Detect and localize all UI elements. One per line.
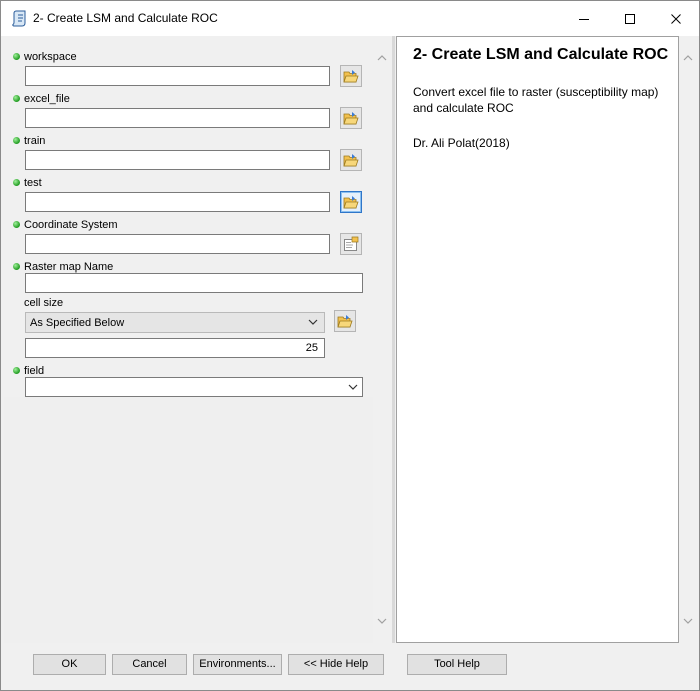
tool-dialog-window: 2- Create LSM and Calculate ROC workspac… xyxy=(0,0,700,691)
scroll-down-icon[interactable] xyxy=(377,617,387,625)
scroll-down-icon[interactable] xyxy=(683,617,693,625)
open-folder-icon xyxy=(343,154,359,167)
train-label: train xyxy=(24,135,46,147)
excel-file-browse-button[interactable] xyxy=(340,107,362,129)
cell-size-label: cell size xyxy=(24,297,64,309)
cell-size-selected: As Specified Below xyxy=(30,317,125,329)
train-browse-button[interactable] xyxy=(340,149,362,171)
help-scrollbar[interactable] xyxy=(679,36,698,643)
excel-file-input[interactable] xyxy=(25,108,330,128)
cell-size-value: 25 xyxy=(305,342,318,354)
environments-button[interactable]: Environments... xyxy=(193,654,282,675)
hide-help-button[interactable]: << Hide Help xyxy=(288,654,384,675)
parameters-empty-area xyxy=(4,397,373,643)
parameters-scrollbar[interactable] xyxy=(373,36,391,643)
workspace-label: workspace xyxy=(24,51,77,63)
chevron-down-icon xyxy=(308,319,318,325)
coordinate-system-properties-button[interactable] xyxy=(340,233,362,255)
required-indicator-icon xyxy=(13,263,20,270)
tool-help-button[interactable]: Tool Help xyxy=(407,654,507,675)
close-button[interactable] xyxy=(653,1,699,36)
scroll-up-icon[interactable] xyxy=(377,54,387,62)
properties-icon xyxy=(344,236,359,251)
required-indicator-icon xyxy=(13,367,20,374)
test-browse-button[interactable] xyxy=(340,191,362,213)
required-indicator-icon xyxy=(13,137,20,144)
minimize-icon xyxy=(579,19,589,20)
open-folder-icon xyxy=(343,70,359,83)
window-title: 2- Create LSM and Calculate ROC xyxy=(33,11,218,25)
cell-size-browse-button[interactable] xyxy=(334,310,356,332)
script-tool-icon xyxy=(12,10,28,28)
minimize-button[interactable] xyxy=(561,1,607,36)
help-description: Convert excel file to raster (susceptibi… xyxy=(413,85,659,115)
coordinate-system-label: Coordinate System xyxy=(24,219,118,231)
required-indicator-icon xyxy=(13,179,20,186)
help-author: Dr. Ali Polat(2018) xyxy=(413,136,510,150)
excel-file-label: excel_file xyxy=(24,93,70,105)
open-folder-icon xyxy=(343,196,359,209)
cell-size-select[interactable]: As Specified Below xyxy=(25,312,325,333)
chevron-down-icon xyxy=(348,384,358,390)
raster-map-name-input[interactable] xyxy=(25,273,363,293)
title-bar[interactable]: 2- Create LSM and Calculate ROC xyxy=(1,1,699,36)
help-title: 2- Create LSM and Calculate ROC xyxy=(413,46,669,63)
open-folder-icon xyxy=(337,315,353,328)
maximize-icon xyxy=(625,14,635,24)
open-folder-icon xyxy=(343,112,359,125)
test-input[interactable] xyxy=(25,192,330,212)
pane-splitter[interactable] xyxy=(392,36,395,643)
parameters-area: workspace excel_file train test Coordina… xyxy=(4,36,373,397)
required-indicator-icon xyxy=(13,221,20,228)
button-bar: OK Cancel Environments... << Hide Help T… xyxy=(1,643,699,690)
workspace-input[interactable] xyxy=(25,66,330,86)
close-icon xyxy=(671,14,681,24)
cell-size-value-input[interactable]: 25 xyxy=(25,338,325,358)
train-input[interactable] xyxy=(25,150,330,170)
ok-button[interactable]: OK xyxy=(33,654,106,675)
parameters-pane: workspace excel_file train test Coordina… xyxy=(4,36,373,643)
help-pane: 2- Create LSM and Calculate ROC Convert … xyxy=(396,36,679,643)
field-label: field xyxy=(24,365,45,377)
coordinate-system-input[interactable] xyxy=(25,234,330,254)
test-label: test xyxy=(24,177,42,189)
workspace-browse-button[interactable] xyxy=(340,65,362,87)
maximize-button[interactable] xyxy=(607,1,653,36)
raster-map-name-label: Raster map Name xyxy=(24,261,114,273)
field-select[interactable] xyxy=(25,377,363,397)
required-indicator-icon xyxy=(13,53,20,60)
required-indicator-icon xyxy=(13,95,20,102)
cancel-button[interactable]: Cancel xyxy=(112,654,187,675)
scroll-up-icon[interactable] xyxy=(683,54,693,62)
